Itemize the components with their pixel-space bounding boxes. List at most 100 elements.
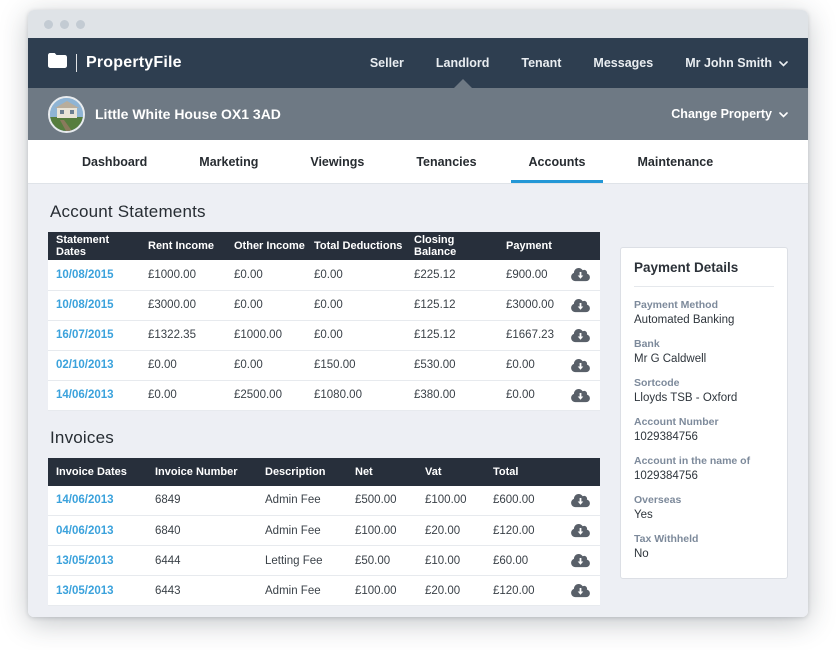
house-photo [50,98,83,131]
invoice-row: 14/06/20136849Admin Fee£500.00£100.00£60… [48,486,600,516]
date-link[interactable]: 10/08/2015 [48,260,140,290]
date-link[interactable]: 13/05/2013 [48,546,147,576]
description-cell: Admin Fee [257,576,347,606]
date-link[interactable]: 13/05/2013 [48,576,147,606]
col-closing-balance: Closing Balance [406,232,498,260]
property-avatar[interactable] [48,96,85,133]
tab-dashboard[interactable]: Dashboard [56,140,173,183]
cloud-download-icon[interactable] [570,358,591,373]
field-value: No [634,548,774,560]
cloud-download-icon[interactable] [570,493,591,508]
col-vat: Vat [417,458,485,486]
col-rent-income: Rent Income [140,232,226,260]
download-cell [560,350,600,380]
payment-cell: £0.00 [498,350,560,380]
tab-tenancies[interactable]: Tenancies [390,140,502,183]
invoice-row: 04/06/20136840Admin Fee£100.00£20.00£120… [48,516,600,546]
nav-link-messages[interactable]: Messages [577,38,669,88]
cloud-download-icon[interactable] [570,298,591,313]
payment-cell: £900.00 [498,260,560,290]
date-link[interactable]: 14/06/2013 [48,380,140,410]
field-value: Yes [634,509,774,521]
statements-header-row: Statement Dates Rent Income Other Income… [48,232,600,260]
closing-cell: £125.12 [406,320,498,350]
date-link[interactable]: 02/10/2013 [48,350,140,380]
field-value: Lloyds TSB - Oxford [634,392,774,404]
col-invoice-dates: Invoice Dates [48,458,147,486]
window-maximize-dot[interactable] [76,20,85,29]
date-link[interactable]: 10/08/2015 [48,290,140,320]
statement-row: 14/06/2013£0.00£2500.00£1080.00£380.00£0… [48,380,600,410]
statement-row: 16/07/2015£1322.35£1000.00£0.00£125.12£1… [48,320,600,350]
cloud-download-icon[interactable] [570,388,591,403]
window-minimize-dot[interactable] [60,20,69,29]
tab-maintenance[interactable]: Maintenance [611,140,739,183]
number-cell: 6840 [147,516,257,546]
rent-cell: £3000.00 [140,290,226,320]
date-link[interactable]: 04/06/2013 [48,516,147,546]
download-cell [560,486,600,516]
cloud-download-icon[interactable] [570,553,591,568]
cloud-download-icon[interactable] [570,328,591,343]
brand[interactable]: PropertyFile [48,38,182,88]
col-net: Net [347,458,417,486]
tab-viewings[interactable]: Viewings [284,140,390,183]
chevron-down-icon [779,56,788,70]
invoices-table: Invoice Dates Invoice Number Description… [48,458,600,607]
nav-link-tenant[interactable]: Tenant [505,38,577,88]
tab-accounts[interactable]: Accounts [503,140,612,183]
change-property-button[interactable]: Change Property [671,107,788,121]
window-close-dot[interactable] [44,20,53,29]
rent-cell: £1000.00 [140,260,226,290]
net-cell: £50.00 [347,546,417,576]
vat-cell: £20.00 [417,516,485,546]
window-titlebar [28,10,808,38]
rent-cell: £0.00 [140,350,226,380]
cloud-download-icon[interactable] [570,523,591,538]
content-area: Account Statements Statement Dates Rent … [28,184,808,617]
user-menu[interactable]: Mr John Smith [669,38,788,88]
date-link[interactable]: 14/06/2013 [48,486,147,516]
vat-cell: £100.00 [417,486,485,516]
nav-link-seller[interactable]: Seller [354,38,420,88]
other-cell: £0.00 [226,350,306,380]
deductions-cell: £150.00 [306,350,406,380]
statements-table: Statement Dates Rent Income Other Income… [48,232,600,411]
field-label: Payment Method [634,299,774,311]
field-label: Tax Withheld [634,533,774,545]
other-cell: £0.00 [226,260,306,290]
download-cell [560,260,600,290]
closing-cell: £125.12 [406,290,498,320]
closing-cell: £380.00 [406,380,498,410]
download-cell [560,320,600,350]
vat-cell: £10.00 [417,546,485,576]
field-label: Bank [634,338,774,350]
folder-icon [48,53,67,73]
user-name: Mr John Smith [685,56,772,70]
other-cell: £2500.00 [226,380,306,410]
payment-detail-field: BankMr G Caldwell [634,338,774,365]
number-cell: 6444 [147,546,257,576]
col-download [560,458,600,486]
col-total: Total [485,458,560,486]
statements-body: 10/08/2015£1000.00£0.00£0.00£225.12£900.… [48,260,600,410]
nav-link-landlord[interactable]: Landlord [420,38,505,88]
description-cell: Admin Fee [257,516,347,546]
download-cell [560,576,600,606]
number-cell: 6849 [147,486,257,516]
total-cell: £60.00 [485,546,560,576]
date-link[interactable]: 16/07/2015 [48,320,140,350]
deductions-cell: £0.00 [306,320,406,350]
total-cell: £600.00 [485,486,560,516]
active-nav-caret [454,79,472,88]
total-cell: £120.00 [485,516,560,546]
rent-cell: £1322.35 [140,320,226,350]
cloud-download-icon[interactable] [570,583,591,598]
description-cell: Admin Fee [257,486,347,516]
chevron-down-icon [779,107,788,121]
tab-marketing[interactable]: Marketing [173,140,284,183]
property-header: Little White House OX1 3AD Change Proper… [28,88,808,140]
col-other-income: Other Income [226,232,306,260]
cloud-download-icon[interactable] [570,267,591,282]
statement-row: 02/10/2013£0.00£0.00£150.00£530.00£0.00 [48,350,600,380]
